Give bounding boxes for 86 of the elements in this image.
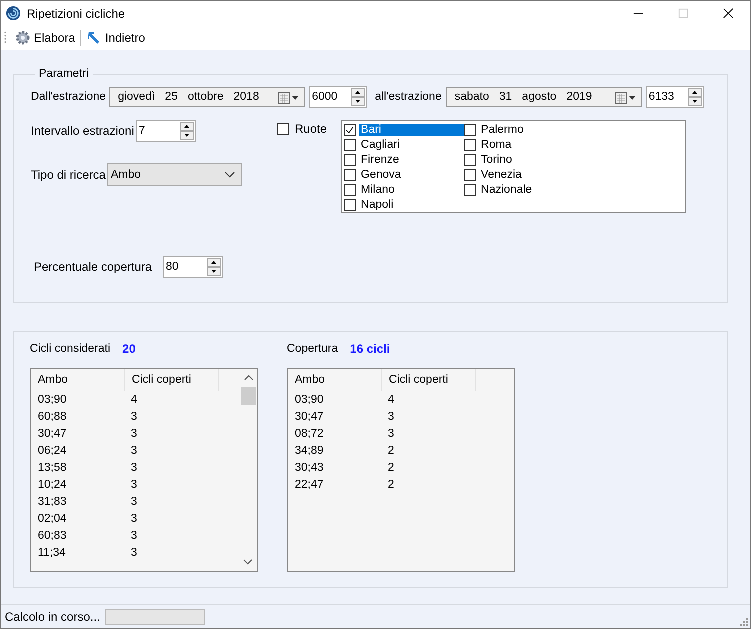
wheel-list-item[interactable]: Milano [344,182,464,197]
wheel-list-item[interactable]: Roma [464,137,584,152]
wheel-list-item[interactable]: Torino [464,152,584,167]
table-cell-text: 3 [130,530,138,542]
number-spinner[interactable]: 6133 [646,86,704,108]
status-text: Calcolo in corso... [5,610,100,624]
field-label: all'estrazione [375,91,442,103]
table-cell-text: 60;88 [37,410,68,422]
column-header[interactable]: Cicli coperti [382,369,476,391]
app-logo-icon [6,6,21,21]
table-cell-text: 3 [130,512,138,524]
column-header[interactable]: Ambo [31,369,125,391]
table-cell-text: 30;47 [37,428,68,440]
result-value: 20 [122,342,136,356]
number-spinner[interactable]: 6000 [309,86,368,108]
spin-arrows-icon [688,88,702,106]
result-value: 16 cicli [350,342,390,356]
table-cell-text: 2 [387,478,396,490]
table-cell-text: 3 [130,428,138,440]
wheel-list-item[interactable]: Cagliari [344,137,464,152]
table-cell-text: 3 [130,444,138,456]
spin-arrows-icon [180,122,194,140]
table-cell-text: 34;89 [294,444,325,456]
table-cell-text: 31;83 [37,496,68,508]
wheel-list-item[interactable]: Venezia [464,167,584,182]
table-cell-text: 30;47 [294,410,325,422]
field-label: Intervallo estrazioni [31,124,132,138]
wheel-list-item[interactable]: Napoli [344,197,464,212]
check-icon [345,124,356,136]
table-cell-text: 4 [130,394,138,406]
chevron-down-icon [225,172,235,178]
field-label: Percentuale copertura [34,260,154,274]
ruote-checkbox[interactable]: Ruote [277,120,328,138]
toolbar-grip-icon [4,31,7,45]
table-cell-text: 3 [130,546,138,558]
table-cell-text: 03;90 [294,394,325,406]
date-picker[interactable]: sabato 31 agosto 2019 [446,87,642,107]
table-cell-text: 3 [130,410,138,422]
search-type-dropdown[interactable]: Ambo [107,163,242,186]
table-cell-text: 08;72 [294,428,325,440]
table-cell-text: 3 [130,496,138,508]
field-label: Tipo di ricerca [31,168,107,182]
table-cell-text: 3 [387,410,396,422]
group-title: Parametri [38,68,90,80]
close-icon[interactable] [723,8,734,19]
spin-arrows-icon [207,258,221,276]
column-header[interactable]: Ambo [288,369,382,391]
table-cell-text: 3 [387,428,396,440]
maximize-icon [678,8,689,19]
wheel-list-item[interactable]: Firenze [344,152,464,167]
window-title: Ripetizioni cicliche [27,6,126,20]
gear-icon [15,30,31,46]
spin-arrows-icon [351,88,366,106]
toolbar-button[interactable]: Indietro [84,27,148,49]
field-label: Dall'estrazione [31,91,106,103]
scroll-down-icon[interactable] [243,559,253,565]
number-spinner[interactable]: 80 [163,256,223,278]
table-cell-text: 3 [130,462,138,474]
table-cell-text: 3 [130,478,138,490]
result-label: Cicli considerati [30,343,111,355]
scroll-up-icon[interactable] [244,375,254,381]
scrollbar-thumb[interactable] [241,387,256,405]
calendar-dropdown-icon [614,92,637,104]
table-cell-text: 60;83 [37,530,68,542]
table-cell-text: 10;24 [37,478,68,490]
table-cell-text: 4 [387,394,396,406]
table-cell-text: 11;34 [37,546,67,558]
calendar-dropdown-icon [278,92,300,104]
wheel-list-item[interactable]: Genova [344,167,464,182]
table-cell-text: 2 [387,444,396,456]
table-cell-text: 06;24 [37,444,68,456]
result-label: Copertura [287,343,338,355]
table-cell-text: 13;58 [37,462,68,474]
resize-grip-icon[interactable] [738,616,748,626]
table-cell-text: 02;04 [37,512,68,524]
column-header[interactable]: Cicli coperti [125,369,219,391]
table-cell-text: 30;43 [294,462,325,474]
table-cell-text: 03;90 [37,394,68,406]
date-picker[interactable]: giovedì 25 ottobre 2018 [109,87,306,107]
table-cell-text: 2 [387,462,396,474]
number-spinner[interactable]: 7 [136,120,196,142]
table-cell-text: 22;47 [294,478,325,490]
toolbar-button[interactable]: Elabora [13,27,78,49]
back-arrow-icon [86,30,102,46]
wheel-list-item[interactable]: Nazionale [464,182,584,197]
wheel-list-item[interactable]: Palermo [464,122,584,137]
